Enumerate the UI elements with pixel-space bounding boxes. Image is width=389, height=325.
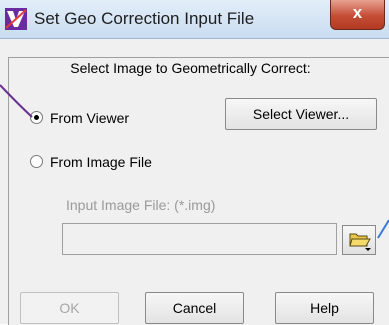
app-icon <box>5 8 27 30</box>
help-button[interactable]: Help <box>275 292 374 324</box>
cancel-button[interactable]: Cancel <box>145 292 244 324</box>
close-button[interactable]: x <box>330 0 385 30</box>
from-image-file-label[interactable]: From Image File <box>50 154 152 170</box>
from-viewer-label[interactable]: From Viewer <box>50 110 129 126</box>
from-viewer-radio[interactable] <box>30 111 43 124</box>
browse-folder-button[interactable] <box>342 225 376 255</box>
from-image-file-radio[interactable] <box>30 155 43 168</box>
input-image-file-field[interactable] <box>62 223 337 255</box>
select-viewer-button[interactable]: Select Viewer... <box>225 98 377 130</box>
input-image-file-label: Input Image File: (*.img) <box>66 197 216 213</box>
ok-button[interactable]: OK <box>20 292 119 324</box>
dialog-window: Set Geo Correction Input File x Select I… <box>0 0 389 325</box>
folder-open-icon <box>349 233 371 251</box>
title-bar[interactable]: Set Geo Correction Input File x <box>0 0 389 39</box>
dialog-heading: Select Image to Geometrically Correct: <box>70 60 311 76</box>
window-title: Set Geo Correction Input File <box>34 9 255 28</box>
close-icon: x <box>352 3 363 22</box>
